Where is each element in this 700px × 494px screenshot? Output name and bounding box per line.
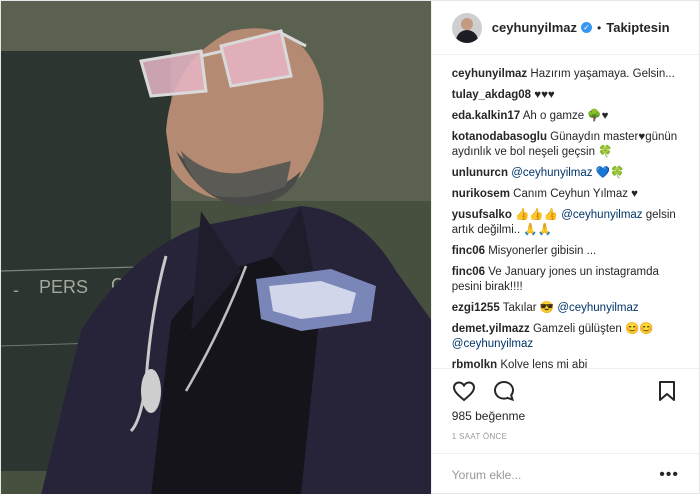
comment-text: Gamzeli gülüşten 😊😊 <box>532 323 654 335</box>
comment-username[interactable]: ceyhunyilmaz <box>452 68 527 80</box>
comment-mention[interactable]: @ceyhunyilmaz <box>561 209 642 221</box>
verified-badge-icon: ✓ <box>581 22 593 33</box>
instagram-post: - PERS CUM <box>0 0 700 494</box>
comment: ezgi1255 Takılar 😎 @ceyhunyilmaz <box>452 301 689 316</box>
comment: finc06 Misyonerler gibisin ... <box>452 244 689 259</box>
comment-username[interactable]: demet.yilmazz <box>452 323 530 335</box>
comment-icon[interactable] <box>492 379 516 403</box>
comment-username[interactable]: kotanodabasoglu <box>452 131 547 143</box>
comment-username[interactable]: finc06 <box>452 245 485 257</box>
comment-mention[interactable]: @ceyhunyilmaz <box>511 167 592 179</box>
comment-username[interactable]: unlunurcn <box>452 167 508 179</box>
comment-username[interactable]: finc06 <box>452 266 485 278</box>
comment-text: Hazırım yaşamaya. Gelsin... <box>530 68 675 80</box>
comment-text: Kolye lens mi abi <box>500 359 588 368</box>
comment-username[interactable]: yusufsalko <box>452 209 512 221</box>
comments-list[interactable]: ceyhunyilmaz Hazırım yaşamaya. Gelsin...… <box>432 55 699 368</box>
post-username[interactable]: ceyhunyilmaz <box>492 20 577 35</box>
comment: ceyhunyilmaz Hazırım yaşamaya. Gelsin... <box>452 67 689 82</box>
comment: nurikosem Canım Ceyhun Yılmaz ♥ <box>452 187 689 202</box>
comment: unlunurcn @ceyhunyilmaz 💙🍀 <box>452 166 689 181</box>
comment: tulay_akdag08 ♥♥♥ <box>452 88 689 103</box>
likes-count[interactable]: 985 beğenme <box>452 409 679 423</box>
add-comment-bar: Yorum ekle... ••• <box>431 453 699 494</box>
comment-text: Takılar 😎 <box>502 302 555 314</box>
avatar-head <box>460 17 473 30</box>
svg-text:PERS: PERS <box>39 277 88 297</box>
comment-username[interactable]: rbmolkn <box>452 359 497 368</box>
post-image: - PERS CUM <box>1 1 431 494</box>
more-options-icon[interactable]: ••• <box>659 466 679 484</box>
comment-username[interactable]: nurikosem <box>452 188 510 200</box>
comment: kotanodabasoglu Günaydın master♥günün ay… <box>452 130 689 160</box>
post-sidebar: ceyhunyilmaz ✓ • Takiptesin ceyhunyilmaz… <box>430 1 699 494</box>
comment: yusufsalko 👍👍👍 @ceyhunyilmaz gelsin artı… <box>452 208 689 238</box>
bookmark-icon[interactable] <box>655 379 679 403</box>
comment-username[interactable]: ezgi1255 <box>452 302 500 314</box>
comment-text: 👍👍👍 <box>515 209 559 221</box>
comment-text: 💙🍀 <box>595 167 625 179</box>
comment: rbmolkn Kolye lens mi abi <box>452 358 689 368</box>
comment-username[interactable]: tulay_akdag08 <box>452 89 531 101</box>
post-photo[interactable]: - PERS CUM <box>1 1 431 494</box>
post-header: ceyhunyilmaz ✓ • Takiptesin <box>431 1 699 55</box>
comment-mention[interactable]: @ceyhunyilmaz <box>557 302 638 314</box>
post-actions: 985 beğenme 1 SAAT ÖNCE <box>431 368 699 441</box>
comment-username[interactable]: eda.kalkin17 <box>452 110 520 122</box>
comment-text: Canım Ceyhun Yılmaz ♥ <box>513 188 639 200</box>
avatar[interactable] <box>451 12 482 43</box>
separator: • <box>597 20 602 35</box>
avatar-body <box>455 29 478 43</box>
heart-icon[interactable] <box>452 379 476 403</box>
action-icons <box>452 377 679 405</box>
comment: finc06 Ve January jones un instagramda p… <box>452 265 689 295</box>
comment-text: Misyonerler gibisin ... <box>488 245 597 257</box>
comment-mention[interactable]: @ceyhunyilmaz <box>452 338 533 350</box>
comment-input[interactable]: Yorum ekle... <box>452 468 522 482</box>
following-status-button[interactable]: Takiptesin <box>606 20 669 35</box>
comment-text: ♥♥♥ <box>534 89 555 101</box>
comment: eda.kalkin17 Ah o gamze 🌳♥ <box>452 109 689 124</box>
svg-text:-: - <box>13 280 19 300</box>
comment-text: Ah o gamze 🌳♥ <box>522 110 609 122</box>
comment: demet.yilmazz Gamzeli gülüşten 😊😊 @ceyhu… <box>452 322 689 352</box>
post-timestamp[interactable]: 1 SAAT ÖNCE <box>452 432 679 441</box>
